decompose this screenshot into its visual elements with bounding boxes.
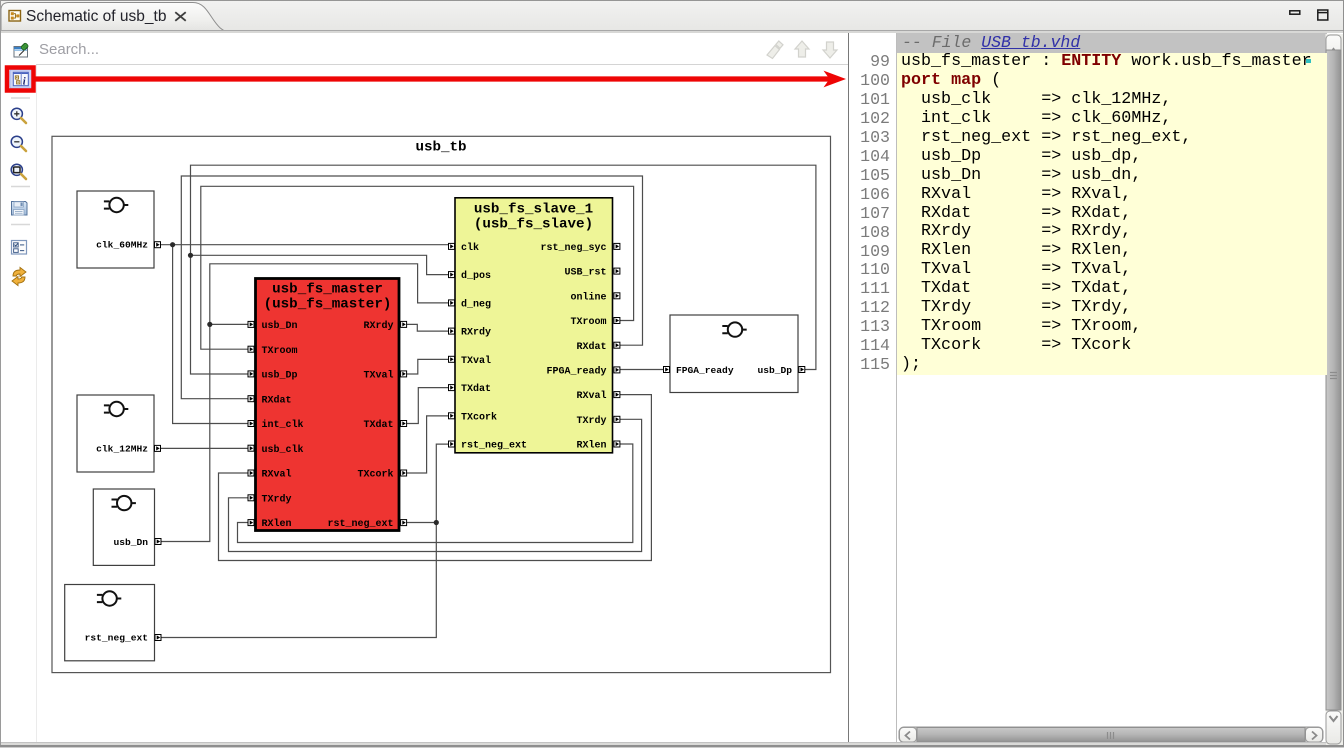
- svg-text:i: i: [23, 76, 26, 87]
